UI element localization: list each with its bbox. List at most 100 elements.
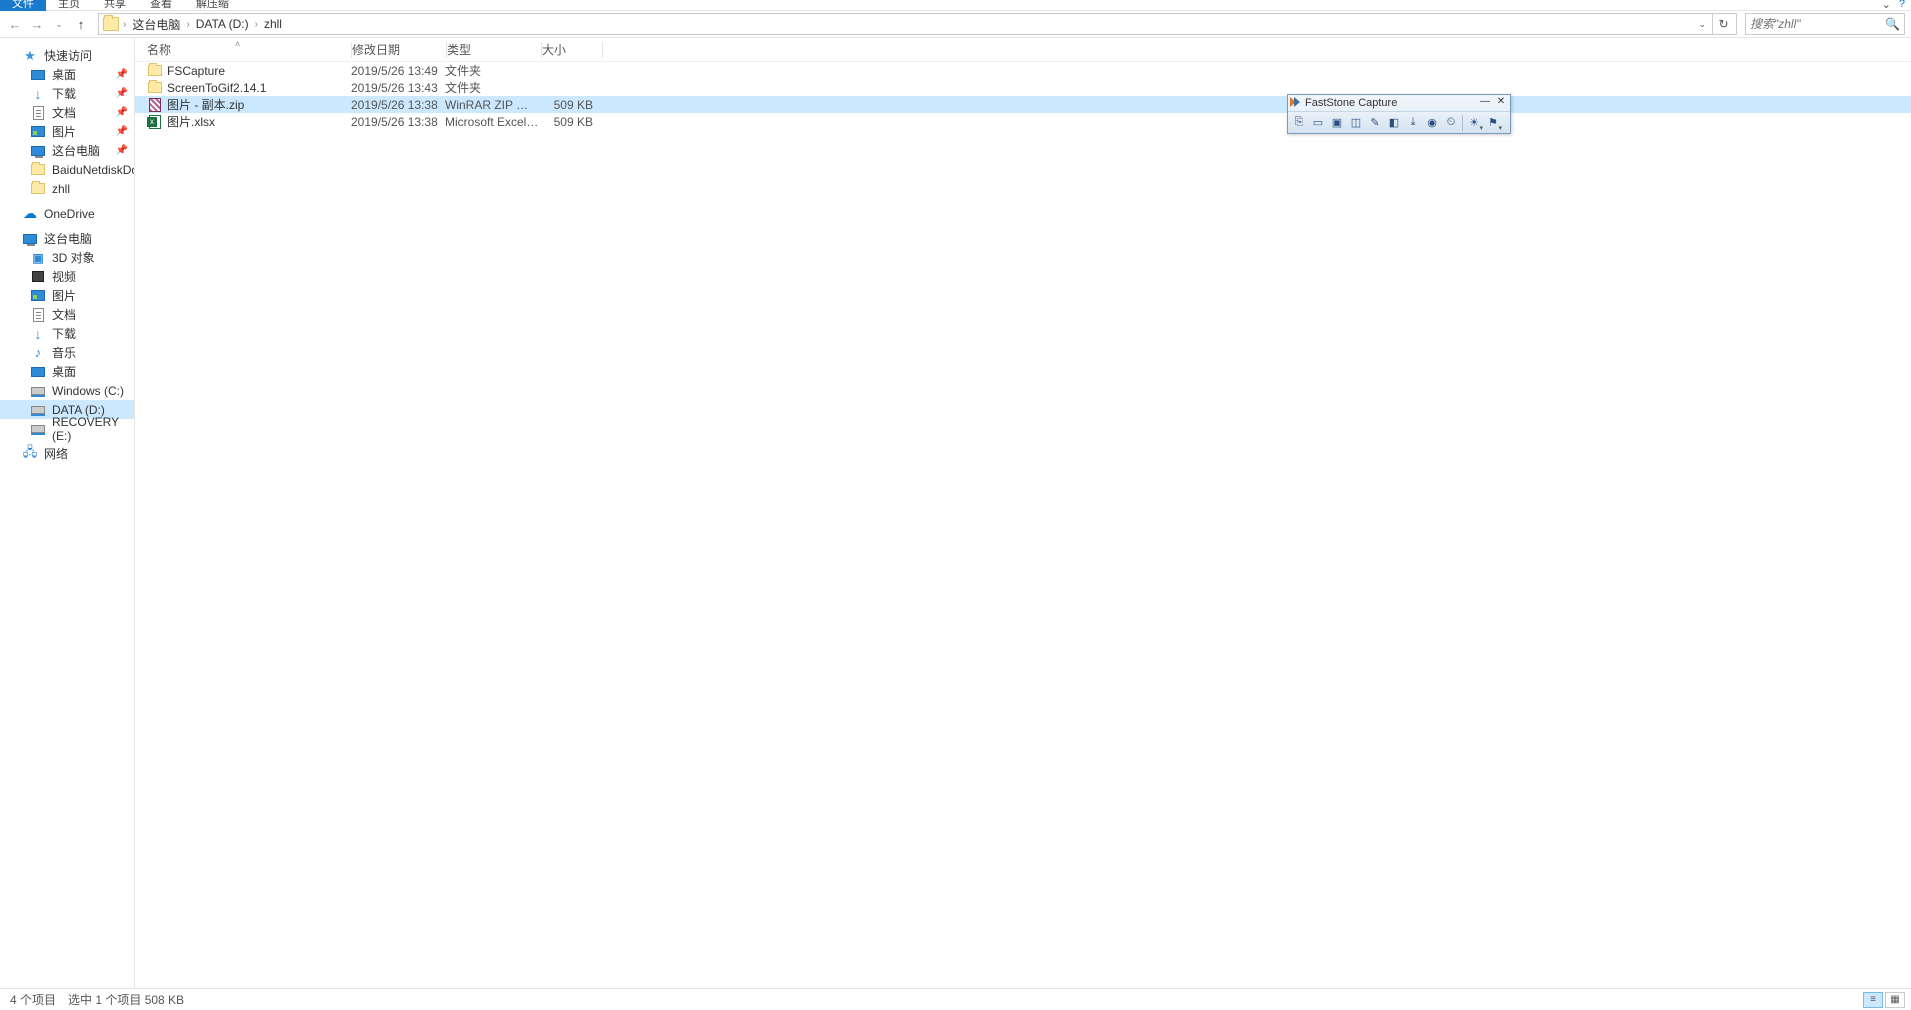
capture-window-icon[interactable]: ▭: [1309, 114, 1327, 132]
file-name: 图片.xlsx: [167, 113, 215, 130]
recent-dropdown-icon[interactable]: ⌄: [50, 15, 68, 33]
sidebar-item-pictures[interactable]: 图片: [0, 286, 134, 305]
sidebar-item-downloads[interactable]: ↓ 下载 📌: [0, 84, 134, 103]
sidebar-item-desktop[interactable]: 桌面: [0, 362, 134, 381]
address-bar[interactable]: › 这台电脑 › DATA (D:) › zhll ⌄ ↻: [98, 13, 1737, 35]
ribbon-tab-view[interactable]: 查看: [138, 0, 184, 11]
sort-ascending-icon: ˄: [235, 39, 240, 49]
breadcrumb-separator-icon[interactable]: ›: [123, 19, 126, 30]
faststone-titlebar[interactable]: FastStone Capture — ✕: [1288, 95, 1510, 111]
ribbon-tab-file[interactable]: 文件: [0, 0, 46, 11]
ribbon-tab-extract[interactable]: 解压缩: [184, 0, 241, 11]
sidebar-label: 图片: [52, 287, 76, 304]
pin-icon: 📌: [116, 88, 128, 99]
sidebar-label: 文档: [52, 104, 76, 121]
faststone-window[interactable]: FastStone Capture — ✕ ⎘ ▭ ▣ ◫ ✎ ◧ ⤓ ◉ ⏲ …: [1287, 94, 1511, 134]
sidebar-item-this-pc[interactable]: 这台电脑 📌: [0, 141, 134, 160]
back-button[interactable]: ←: [6, 15, 24, 33]
view-details-button[interactable]: ≡: [1863, 992, 1883, 1008]
pin-icon: 📌: [116, 69, 128, 80]
settings-icon[interactable]: ⚑: [1484, 114, 1502, 132]
sidebar-item-videos[interactable]: 视频: [0, 267, 134, 286]
breadcrumb-data-d[interactable]: DATA (D:): [194, 17, 251, 31]
sidebar-item-drive-e[interactable]: RECOVERY (E:): [0, 419, 134, 438]
folder-icon: [103, 17, 119, 31]
minimize-button[interactable]: —: [1478, 95, 1492, 107]
video-icon: [32, 271, 44, 282]
folder-icon: [148, 82, 162, 93]
faststone-title: FastStone Capture: [1305, 97, 1397, 109]
file-row[interactable]: 图片.xlsx 2019/5/26 13:38 Microsoft Excel …: [135, 113, 1911, 130]
faststone-toolbar: ⎘ ▭ ▣ ◫ ✎ ◧ ⤓ ◉ ⏲ ☀ ⚑: [1288, 111, 1510, 133]
refresh-button[interactable]: ↻: [1712, 14, 1734, 34]
sidebar-item-zhll[interactable]: zhll: [0, 179, 134, 198]
up-button[interactable]: ↑: [72, 15, 90, 33]
sidebar-onedrive[interactable]: ☁ OneDrive: [0, 204, 134, 223]
file-type: WinRAR ZIP 压缩...: [445, 96, 539, 113]
capture-scrolling-icon[interactable]: ⤓: [1404, 114, 1422, 132]
sidebar-network[interactable]: 🖧 网络: [0, 444, 134, 463]
capture-freehand-icon[interactable]: ✎: [1366, 114, 1384, 132]
search-input[interactable]: [1750, 17, 1900, 31]
breadcrumb-separator-icon[interactable]: ›: [255, 19, 258, 30]
ribbon-tab-home[interactable]: 主页: [46, 0, 92, 11]
file-type: Microsoft Excel ...: [445, 115, 539, 129]
breadcrumb-this-pc[interactable]: 这台电脑: [130, 16, 182, 33]
sidebar-item-documents[interactable]: 文档: [0, 305, 134, 324]
sidebar-item-drive-c[interactable]: Windows (C:): [0, 381, 134, 400]
delay-capture-icon[interactable]: ⏲: [1442, 114, 1460, 132]
sidebar-label: OneDrive: [44, 207, 95, 221]
sidebar-label: Windows (C:): [52, 384, 124, 398]
screen-recorder-icon[interactable]: ◉: [1423, 114, 1441, 132]
sidebar-label: 桌面: [52, 66, 76, 83]
sidebar-quick-access[interactable]: ★ 快速访问: [0, 46, 134, 65]
ribbon-help-icon[interactable]: ?: [1899, 0, 1905, 11]
sidebar-item-pictures[interactable]: 图片 📌: [0, 122, 134, 141]
ribbon-collapse-icon[interactable]: ⌄: [1882, 0, 1891, 11]
sidebar-this-pc[interactable]: 这台电脑: [0, 229, 134, 248]
file-date: 2019/5/26 13:49: [351, 64, 445, 78]
sidebar-item-music[interactable]: ♪ 音乐: [0, 343, 134, 362]
sidebar-item-desktop[interactable]: 桌面 📌: [0, 65, 134, 84]
download-icon: ↓: [30, 327, 46, 341]
sidebar-item-downloads[interactable]: ↓ 下载: [0, 324, 134, 343]
column-separator[interactable]: [602, 42, 603, 58]
file-row[interactable]: ScreenToGif2.14.1 2019/5/26 13:43 文件夹: [135, 79, 1911, 96]
file-row[interactable]: FSCapture 2019/5/26 13:49 文件夹: [135, 62, 1911, 79]
file-row[interactable]: 图片 - 副本.zip 2019/5/26 13:38 WinRAR ZIP 压…: [135, 96, 1911, 113]
view-large-icons-button[interactable]: ▦: [1885, 992, 1905, 1008]
search-box[interactable]: 🔍: [1745, 13, 1905, 35]
file-size: 509 KB: [539, 98, 599, 112]
capture-active-window-icon[interactable]: ⎘: [1290, 114, 1308, 132]
picture-icon: [31, 126, 45, 137]
breadcrumb-separator-icon[interactable]: ›: [186, 19, 189, 30]
folder-icon: [31, 164, 45, 175]
ribbon-tab-share[interactable]: 共享: [92, 0, 138, 11]
status-item-count: 4 个项目: [10, 991, 56, 1008]
file-size: 509 KB: [539, 115, 599, 129]
cloud-icon: ☁: [22, 207, 38, 221]
drive-icon: [31, 387, 45, 395]
file-rows: FSCapture 2019/5/26 13:49 文件夹 ScreenToGi…: [135, 62, 1911, 988]
excel-icon: [149, 115, 161, 129]
sidebar-item-3d[interactable]: ▣ 3D 对象: [0, 248, 134, 267]
breadcrumb-zhll[interactable]: zhll: [262, 17, 284, 31]
sidebar-label: 视频: [52, 268, 76, 285]
column-header-type[interactable]: 类型: [447, 41, 541, 58]
column-header-name[interactable]: 名称 ˄: [147, 41, 351, 58]
output-options-icon[interactable]: ☀: [1465, 114, 1483, 132]
address-dropdown-icon[interactable]: ⌄: [1694, 19, 1710, 30]
column-header-date[interactable]: 修改日期: [352, 41, 446, 58]
forward-button[interactable]: →: [28, 15, 46, 33]
search-icon[interactable]: 🔍: [1885, 17, 1900, 31]
capture-fullscreen-icon[interactable]: ▣: [1328, 114, 1346, 132]
sidebar-item-baidu[interactable]: BaiduNetdiskDo: [0, 160, 134, 179]
column-header-size[interactable]: 大小: [542, 41, 602, 58]
sidebar-item-documents[interactable]: 文档 📌: [0, 103, 134, 122]
sidebar-label: 这台电脑: [52, 142, 100, 159]
ribbon-tabs: 文件 主页 共享 查看 解压缩 ⌄ ?: [0, 0, 1911, 11]
capture-fixed-icon[interactable]: ◧: [1385, 114, 1403, 132]
close-button[interactable]: ✕: [1494, 95, 1508, 107]
music-icon: ♪: [30, 346, 46, 360]
capture-rectangle-icon[interactable]: ◫: [1347, 114, 1365, 132]
